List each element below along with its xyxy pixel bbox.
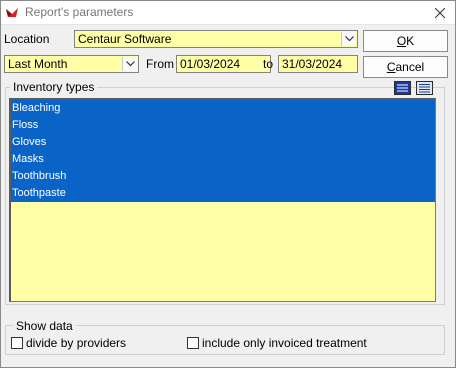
to-date-value: 31/03/2024 <box>282 57 343 71</box>
cancel-label: Cancel <box>386 60 425 74</box>
title-bar: Report's parameters <box>1 1 455 25</box>
close-button[interactable] <box>429 3 451 23</box>
list-item[interactable]: Gloves <box>11 134 435 151</box>
list-item[interactable]: Masks <box>11 151 435 168</box>
divide-by-providers-checkbox[interactable] <box>11 337 23 349</box>
location-label: Location <box>4 32 50 46</box>
list-view-icon <box>395 82 410 94</box>
from-label: From <box>146 57 174 71</box>
select-all-button[interactable] <box>394 81 411 95</box>
show-data-label: Show data <box>13 319 76 333</box>
period-combo[interactable]: Last Month <box>4 55 139 73</box>
period-value: Last Month <box>8 57 68 71</box>
invoiced-only-checkbox[interactable] <box>187 337 199 349</box>
location-value: Centaur Software <box>78 32 172 46</box>
ok-label: OK <box>396 34 415 48</box>
ok-button[interactable]: OK <box>363 30 448 52</box>
from-date-field[interactable]: 01/03/2024 <box>176 55 271 73</box>
inventory-types-label: Inventory types <box>10 80 98 94</box>
close-icon <box>435 8 445 18</box>
to-date-field[interactable]: 31/03/2024 <box>278 55 358 73</box>
inventory-types-list[interactable]: Bleaching Floss Gloves Masks Toothbrush … <box>9 98 436 302</box>
window-title: Report's parameters <box>25 5 134 19</box>
location-combo[interactable]: Centaur Software <box>74 30 358 48</box>
location-dropdown-button[interactable] <box>341 32 356 46</box>
list-item[interactable]: Floss <box>11 117 435 134</box>
list-item[interactable]: Toothpaste <box>11 185 435 202</box>
invoiced-only-label[interactable]: include only invoiced treatment <box>202 336 367 350</box>
report-parameters-dialog: Report's parameters Location Centaur Sof… <box>0 0 456 368</box>
list-item[interactable]: Toothbrush <box>11 168 435 185</box>
list-item[interactable]: Bleaching <box>11 100 435 117</box>
to-label: to <box>263 57 274 71</box>
from-date-value: 01/03/2024 <box>180 57 241 71</box>
divide-by-providers-label[interactable]: divide by providers <box>26 336 126 350</box>
app-logo-icon <box>6 8 18 17</box>
list-lines-icon <box>417 82 432 94</box>
deselect-all-button[interactable] <box>416 81 433 95</box>
chevron-down-icon <box>125 61 135 67</box>
cancel-button[interactable]: Cancel <box>363 56 448 78</box>
period-dropdown-button[interactable] <box>122 57 137 71</box>
chevron-down-icon <box>344 36 354 42</box>
